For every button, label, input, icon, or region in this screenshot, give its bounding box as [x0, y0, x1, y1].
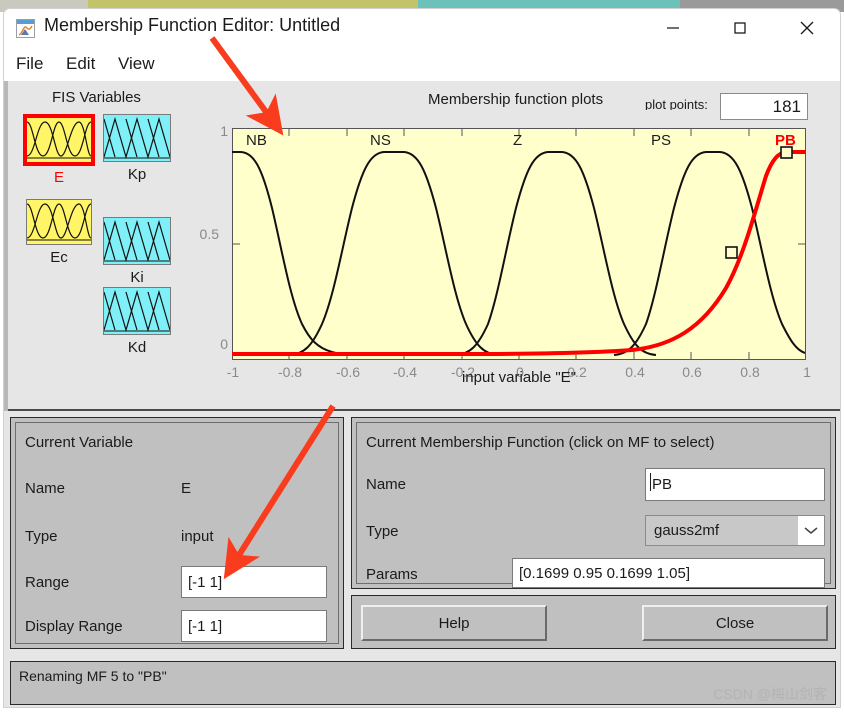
- client-area: FIS Variables E Ki Kp Ec Kd Membership f…: [4, 81, 840, 707]
- mf-label-PS[interactable]: PS: [651, 132, 671, 149]
- chevron-down-icon[interactable]: [797, 516, 824, 545]
- mf-label-NS[interactable]: NS: [370, 132, 391, 149]
- current-mf-panel: Current Membership Function (click on MF…: [351, 417, 836, 589]
- plot-points-input[interactable]: 181: [720, 93, 808, 120]
- mf-label-Z[interactable]: Z: [513, 132, 522, 149]
- mf-name-input[interactable]: PB: [645, 468, 825, 501]
- help-button[interactable]: Help: [361, 605, 547, 641]
- triangle-mf-thumbnail-icon: [104, 218, 170, 264]
- fis-variable-E[interactable]: [23, 114, 95, 166]
- mf-params-input[interactable]: [0.1699 0.95 0.1699 1.05]: [512, 558, 825, 588]
- y-tick-0.5: 0.5: [199, 226, 219, 242]
- left-edge-strip: [4, 81, 8, 411]
- fis-variable-label-Ki: Ki: [130, 269, 144, 286]
- maximize-icon: [734, 22, 746, 34]
- fis-variable-Kp[interactable]: [103, 114, 171, 162]
- mf-curve-PS: [613, 151, 806, 356]
- variable-name-value: E: [181, 480, 192, 497]
- triangle-mf-thumbnail-icon: [104, 288, 170, 334]
- variable-type-label: Type: [25, 528, 58, 545]
- minimize-button[interactable]: [650, 9, 696, 47]
- gauss-mf-thumbnail-icon: [27, 200, 91, 244]
- variable-display-range-label: Display Range: [25, 618, 123, 635]
- mf-curves: [232, 129, 806, 359]
- fis-variable-Ec[interactable]: [26, 199, 92, 245]
- fis-variable-Kd[interactable]: [103, 287, 171, 335]
- mf-label-NB[interactable]: NB: [246, 132, 267, 149]
- menu-item-edit[interactable]: Edit: [62, 53, 99, 75]
- plot-points-label: plot points:: [645, 97, 708, 110]
- matlab-icon: [16, 19, 35, 38]
- title-bar: Membership Function Editor: Untitled: [4, 9, 840, 47]
- membership-function-plot[interactable]: NB NS Z PS PB: [232, 128, 806, 360]
- close-button[interactable]: [784, 9, 830, 47]
- close-icon: [800, 21, 814, 35]
- mf-curve-PB: [232, 150, 806, 356]
- status-message: Renaming MF 5 to "PB": [19, 668, 167, 684]
- mf-curve-NS: [289, 151, 499, 356]
- plot-title: Membership function plots: [428, 91, 604, 108]
- x-axis-label: input variable "E": [461, 369, 577, 386]
- action-buttons-panel: Help Close: [351, 595, 836, 649]
- y-tick-1: 1: [220, 123, 228, 139]
- menu-bar: File Edit View: [4, 47, 840, 81]
- watermark-text: CSDN @梅山剑客: [713, 686, 827, 702]
- variable-range-label: Range: [25, 574, 70, 591]
- current-variable-panel: Current Variable Name E Type input Range…: [10, 417, 344, 649]
- minimize-icon: [667, 27, 679, 29]
- fis-variables-title: FIS Variables: [52, 89, 141, 106]
- triangle-mf-thumbnail-icon: [104, 115, 170, 161]
- window-title: Membership Function Editor: Untitled: [44, 15, 341, 35]
- mf-editor-window: Membership Function Editor: Untitled Fil…: [3, 8, 841, 708]
- variable-range-input[interactable]: [-1 1]: [181, 566, 327, 598]
- status-bar: Renaming MF 5 to "PB" CSDN @梅山剑客: [10, 661, 836, 705]
- close-button-action[interactable]: Close: [642, 605, 828, 641]
- fis-variable-Ki[interactable]: [103, 217, 171, 265]
- mf-type-label: Type: [366, 523, 399, 540]
- mf-curve-Z: [455, 151, 657, 356]
- variable-type-value: input: [181, 528, 214, 545]
- mf-label-PB[interactable]: PB: [775, 132, 796, 149]
- y-tick-0: 0: [220, 336, 228, 352]
- gauss-mf-thumbnail-icon: [27, 118, 91, 162]
- menu-item-file[interactable]: File: [12, 53, 47, 75]
- fis-variable-label-Ec: Ec: [50, 249, 68, 266]
- upper-pane: FIS Variables E Ki Kp Ec Kd Membership f…: [4, 81, 840, 411]
- current-mf-title: Current Membership Function (click on MF…: [366, 434, 715, 451]
- mf-handle-midpoint: [725, 246, 738, 259]
- mf-type-dropdown[interactable]: gauss2mf: [645, 515, 825, 546]
- menu-item-view[interactable]: View: [114, 53, 159, 75]
- current-variable-title: Current Variable: [25, 434, 134, 451]
- maximize-button[interactable]: [717, 9, 763, 47]
- lower-pane: Current Variable Name E Type input Range…: [4, 413, 840, 707]
- variable-display-range-input[interactable]: [-1 1]: [181, 610, 327, 642]
- mf-type-selected-value: gauss2mf: [654, 522, 720, 539]
- mf-name-label: Name: [366, 476, 407, 493]
- variable-name-label: Name: [25, 480, 66, 497]
- mf-curve-NB: [232, 151, 333, 353]
- fis-variable-label-Kp: Kp: [127, 166, 147, 183]
- fis-variable-label-E: E: [53, 169, 64, 186]
- mf-params-label: Params: [366, 566, 418, 583]
- fis-variable-label-Kd: Kd: [127, 339, 147, 356]
